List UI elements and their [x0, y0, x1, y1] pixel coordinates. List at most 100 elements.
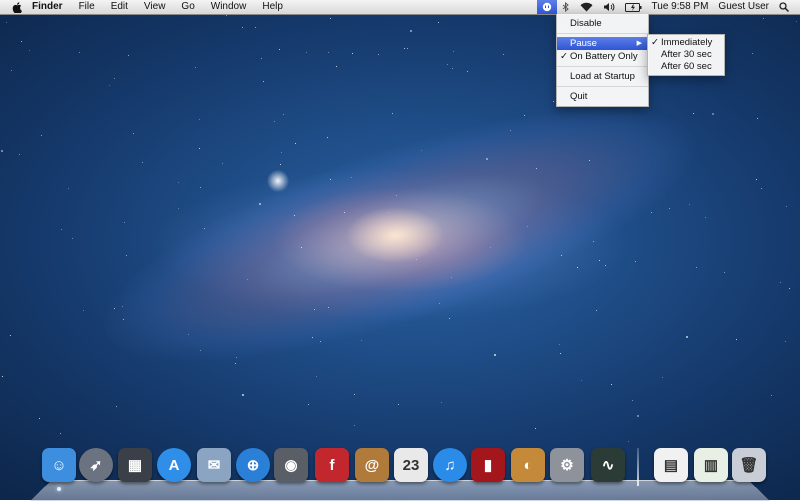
- star: [308, 404, 309, 405]
- user-menu[interactable]: Guest User: [713, 0, 774, 14]
- star: [635, 261, 636, 262]
- star: [378, 54, 379, 55]
- facetime-icon[interactable]: ◉: [274, 448, 308, 482]
- star: [398, 404, 399, 405]
- system-preferences-icon[interactable]: ⚙: [550, 448, 584, 482]
- star: [490, 247, 491, 248]
- menu-item-load-at-startup[interactable]: Load at Startup: [557, 70, 648, 83]
- search-icon[interactable]: [774, 2, 794, 12]
- star: [188, 334, 189, 335]
- iphoto-icon[interactable]: ◐: [511, 448, 545, 482]
- star: [757, 118, 758, 119]
- star: [780, 282, 781, 283]
- star: [524, 115, 525, 116]
- trash-icon[interactable]: 🗑: [732, 448, 766, 482]
- star: [114, 308, 115, 309]
- star: [527, 226, 528, 227]
- star: [61, 229, 62, 230]
- submenu-item-immediately[interactable]: ✓ Immediately: [648, 37, 724, 49]
- mail-icon[interactable]: ✉: [197, 448, 231, 482]
- photo-booth-icon[interactable]: ▮: [471, 448, 505, 482]
- clock[interactable]: Tue 9:58 PM: [647, 0, 714, 14]
- star: [560, 353, 561, 354]
- downloads-stack-icon[interactable]: ▥: [694, 448, 728, 482]
- dock: ☺ ➶ ▦ A ✉ ⊕ ◉ f @23 ♫ ▮ ◐ ⚙ ∿ ▤ ▥ 🗑: [0, 448, 800, 493]
- star: [693, 113, 694, 114]
- star: [724, 272, 725, 273]
- finder-icon[interactable]: ☺: [42, 448, 76, 482]
- battery-icon[interactable]: [620, 2, 647, 12]
- status-dropdown-menu: Disable Pause ▶ ✓ On Battery Only Load a…: [556, 14, 649, 107]
- star: [404, 48, 405, 49]
- menu-finder[interactable]: Finder: [24, 0, 71, 14]
- star: [199, 148, 200, 149]
- volume-icon[interactable]: [598, 2, 620, 12]
- flashcards-icon[interactable]: f: [315, 448, 349, 482]
- galaxy-image: [78, 58, 722, 412]
- app-status-icon[interactable]: [536, 0, 557, 14]
- star: [392, 113, 393, 114]
- calendar-icon[interactable]: 23: [394, 448, 428, 482]
- star: [596, 310, 597, 311]
- star: [467, 71, 468, 72]
- star: [11, 70, 12, 71]
- menu-file[interactable]: File: [71, 0, 103, 14]
- bluetooth-icon[interactable]: [557, 2, 575, 12]
- star: [242, 27, 243, 28]
- star: [21, 41, 22, 42]
- menu-view[interactable]: View: [136, 0, 174, 14]
- launchpad-icon[interactable]: ➶: [79, 448, 113, 482]
- star: [396, 195, 397, 196]
- wifi-icon[interactable]: [575, 2, 598, 12]
- app-store-icon[interactable]: A: [157, 448, 191, 482]
- star: [352, 53, 353, 54]
- submenu-item-after-60-sec[interactable]: After 60 sec: [648, 61, 724, 73]
- menu-item-on-battery-only[interactable]: ✓ On Battery Only: [557, 50, 648, 63]
- star: [696, 267, 697, 268]
- menu-item-pause[interactable]: Pause ▶: [557, 37, 648, 50]
- star: [789, 288, 790, 289]
- star: [259, 203, 261, 205]
- star: [756, 179, 757, 180]
- checkmark-icon: ✓: [651, 37, 659, 48]
- star: [559, 344, 560, 345]
- menu-help[interactable]: Help: [254, 0, 291, 14]
- menu-bar: Finder File Edit View Go Window Help Tue…: [0, 0, 800, 15]
- menu-go[interactable]: Go: [173, 0, 202, 14]
- star: [306, 52, 307, 53]
- menu-window[interactable]: Window: [203, 0, 255, 14]
- documents-stack-icon[interactable]: ▤: [654, 448, 688, 482]
- address-book-icon[interactable]: @: [355, 448, 389, 482]
- star: [83, 310, 84, 311]
- safari-icon[interactable]: ⊕: [236, 448, 270, 482]
- apple-logo-icon[interactable]: [10, 1, 24, 13]
- submenu-item-after-30-sec[interactable]: After 30 sec: [648, 49, 724, 61]
- itunes-icon[interactable]: ♫: [433, 448, 467, 482]
- menu-edit[interactable]: Edit: [103, 0, 136, 14]
- menu-item-quit[interactable]: Quit: [557, 90, 648, 103]
- submenu-arrow-icon: ▶: [636, 40, 642, 47]
- star: [662, 377, 663, 378]
- star: [651, 212, 652, 213]
- activity-monitor-icon[interactable]: ∿: [591, 448, 625, 482]
- star: [41, 135, 42, 136]
- star: [510, 130, 511, 131]
- star: [178, 208, 179, 209]
- star: [133, 133, 134, 134]
- star: [361, 340, 362, 341]
- menu-item-label: On Battery Only: [570, 51, 638, 62]
- status-area: Tue 9:58 PM Guest User: [536, 0, 800, 14]
- star: [195, 67, 196, 68]
- star: [669, 208, 670, 209]
- star: [255, 27, 256, 28]
- mission-control-icon[interactable]: ▦: [118, 448, 152, 482]
- star: [763, 18, 764, 19]
- finder-running-indicator: [57, 487, 61, 491]
- star: [235, 363, 236, 364]
- star: [199, 119, 200, 120]
- star: [439, 303, 440, 304]
- menu-item-disable[interactable]: Disable: [557, 17, 648, 30]
- star: [72, 238, 73, 239]
- star: [29, 50, 30, 51]
- star: [295, 143, 296, 144]
